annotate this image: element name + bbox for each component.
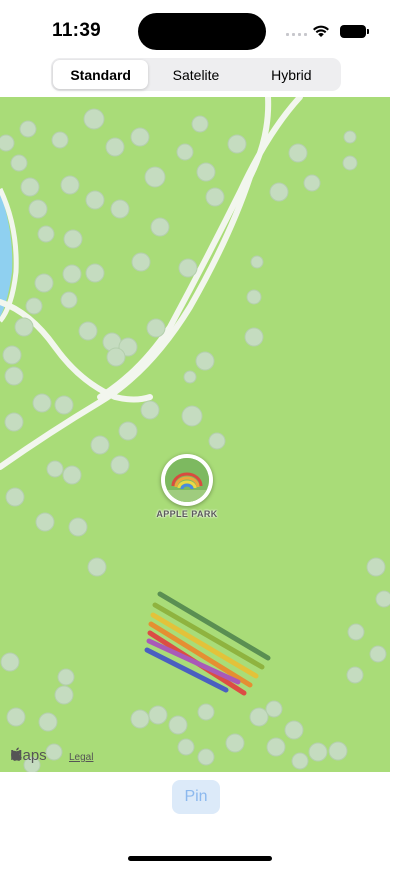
apple-park-label: APPLE PARK xyxy=(156,509,218,519)
apple-park-marker[interactable] xyxy=(161,454,213,506)
segment-standard[interactable]: Standard xyxy=(53,60,149,89)
wifi-icon xyxy=(313,25,329,37)
status-time: 11:39 xyxy=(52,20,102,41)
home-indicator[interactable] xyxy=(128,856,272,861)
map-canvas xyxy=(0,97,390,772)
segment-satelite[interactable]: Satelite xyxy=(148,60,243,89)
map-type-segmented-control: Standard Satelite Hybrid xyxy=(51,58,341,91)
battery-icon xyxy=(340,25,369,38)
cellular-signal-icon xyxy=(286,30,308,36)
apple-logo-icon xyxy=(11,747,22,761)
legal-link[interactable]: Legal xyxy=(69,752,93,763)
dynamic-island xyxy=(138,13,266,50)
pin-button[interactable]: Pin xyxy=(172,780,220,814)
maps-attribution: Maps xyxy=(10,747,47,764)
apple-park-rainbow-icon xyxy=(165,458,209,502)
segment-hybrid[interactable]: Hybrid xyxy=(244,60,339,89)
map-view[interactable]: APPLE PARK Maps Legal xyxy=(0,97,390,772)
rainbow-structure xyxy=(144,591,271,696)
status-bar: 11:39 xyxy=(0,0,400,56)
